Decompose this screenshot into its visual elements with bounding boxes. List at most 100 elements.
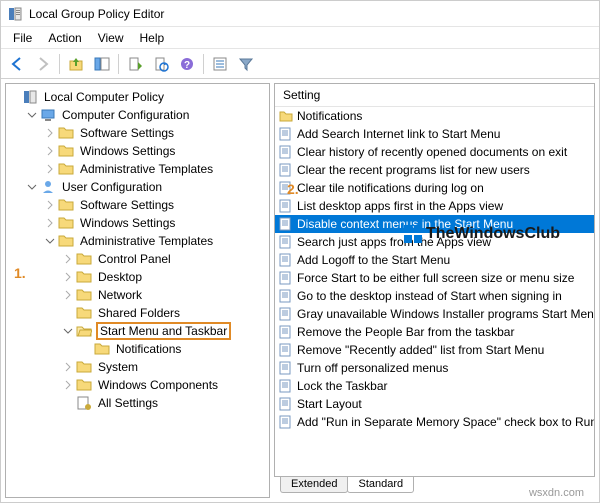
list-item[interactable]: Notifications — [275, 107, 594, 125]
policy-setting-icon — [279, 253, 293, 267]
list-item-label: Start Layout — [297, 397, 362, 411]
folder-icon — [58, 143, 74, 159]
list-item-label: Lock the Taskbar — [297, 379, 388, 393]
policy-setting-icon — [279, 127, 293, 141]
tree-item[interactable]: Windows Settings — [42, 214, 269, 232]
list-item[interactable]: Gray unavailable Windows Installer progr… — [275, 305, 594, 323]
tree-item[interactable]: Network — [60, 286, 269, 304]
collapsed-arrow-icon[interactable] — [62, 379, 74, 391]
folder-icon — [76, 377, 92, 393]
tree-item[interactable]: Desktop — [60, 268, 269, 286]
tree-admin-templates[interactable]: Administrative Templates — [42, 232, 269, 250]
collapsed-arrow-icon[interactable] — [62, 253, 74, 265]
tree-user-config[interactable]: User Configuration — [24, 178, 269, 196]
list-item-label: Add "Run in Separate Memory Space" check… — [297, 415, 595, 429]
show-hide-tree-button[interactable] — [90, 52, 114, 76]
tree-item[interactable]: Administrative Templates — [42, 160, 269, 178]
list-item[interactable]: Force Start to be either full screen siz… — [275, 269, 594, 287]
tree-item[interactable]: Shared Folders — [60, 304, 269, 322]
refresh-button[interactable] — [149, 52, 173, 76]
help-button[interactable]: ? — [175, 52, 199, 76]
tree-item[interactable]: Control Panel — [60, 250, 269, 268]
list-item[interactable]: Go to the desktop instead of Start when … — [275, 287, 594, 305]
console-tree[interactable]: Local Computer Policy Computer Configura… — [5, 83, 270, 498]
collapse-icon[interactable] — [8, 91, 20, 103]
toolbar: ? — [1, 49, 599, 79]
tree-item[interactable]: All Settings — [60, 394, 269, 412]
list-item[interactable]: Turn off personalized menus — [275, 359, 594, 377]
list-item[interactable]: Clear history of recently opened documen… — [275, 143, 594, 161]
list-item[interactable]: Start Layout — [275, 395, 594, 413]
tree-root[interactable]: Local Computer Policy — [6, 88, 269, 106]
toolbar-separator — [118, 54, 119, 74]
column-header-setting[interactable]: Setting — [275, 84, 594, 107]
expanded-arrow-icon[interactable] — [26, 109, 38, 121]
collapsed-arrow-icon[interactable] — [44, 145, 56, 157]
menu-action[interactable]: Action — [40, 29, 89, 47]
export-button[interactable] — [123, 52, 147, 76]
tree-item[interactable]: Notifications — [78, 340, 269, 358]
forward-button[interactable] — [31, 52, 55, 76]
list-item-label: Turn off personalized menus — [297, 361, 448, 375]
tree-item[interactable]: Windows Components — [60, 376, 269, 394]
list-item[interactable]: List desktop apps first in the Apps view — [275, 197, 594, 215]
list-item[interactable]: Add Search Internet link to Start Menu — [275, 125, 594, 143]
list-item-label: Add Logoff to the Start Menu — [297, 253, 450, 267]
tree-start-menu-taskbar[interactable]: Start Menu and Taskbar — [60, 322, 269, 340]
policy-setting-icon — [279, 271, 293, 285]
menu-bar: File Action View Help — [1, 27, 599, 49]
collapsed-arrow-icon[interactable] — [44, 217, 56, 229]
folder-icon — [76, 269, 92, 285]
tree-item[interactable]: Software Settings — [42, 124, 269, 142]
filter-options-button[interactable] — [208, 52, 232, 76]
list-item[interactable]: Lock the Taskbar — [275, 377, 594, 395]
tree-item[interactable]: System — [60, 358, 269, 376]
policy-setting-icon — [279, 325, 293, 339]
collapsed-arrow-icon[interactable] — [44, 127, 56, 139]
menu-view[interactable]: View — [90, 29, 132, 47]
menu-help[interactable]: Help — [132, 29, 173, 47]
tree-item[interactable]: Software Settings — [42, 196, 269, 214]
folder-icon — [76, 251, 92, 267]
expanded-arrow-icon[interactable] — [44, 235, 56, 247]
list-item[interactable]: Search just apps from the Apps view — [275, 233, 594, 251]
tab-extended[interactable]: Extended — [280, 476, 348, 493]
tab-standard[interactable]: Standard — [347, 476, 414, 493]
collapsed-arrow-icon[interactable] — [62, 289, 74, 301]
tree-item[interactable]: Windows Settings — [42, 142, 269, 160]
list-item[interactable]: Clear the recent programs list for new u… — [275, 161, 594, 179]
policy-setting-icon — [279, 217, 293, 231]
list-item[interactable]: Add Logoff to the Start Menu — [275, 251, 594, 269]
menu-file[interactable]: File — [5, 29, 40, 47]
policy-setting-icon — [279, 397, 293, 411]
list-item-label: Clear the recent programs list for new u… — [297, 163, 530, 177]
tree-computer-config[interactable]: Computer Configuration — [24, 106, 269, 124]
expanded-arrow-icon[interactable] — [26, 181, 38, 193]
up-button[interactable] — [64, 52, 88, 76]
window-title: Local Group Policy Editor — [29, 7, 164, 21]
list-item[interactable]: Add "Run in Separate Memory Space" check… — [275, 413, 594, 431]
back-button[interactable] — [5, 52, 29, 76]
collapsed-arrow-icon[interactable] — [62, 271, 74, 283]
expanded-arrow-icon[interactable] — [62, 325, 74, 337]
policy-setting-icon — [279, 379, 293, 393]
list-item-label: Clear tile notifications during log on — [297, 181, 484, 195]
computer-icon — [40, 107, 56, 123]
filter-button[interactable] — [234, 52, 258, 76]
policy-setting-icon — [279, 307, 293, 321]
settings-list[interactable]: Setting NotificationsAdd Search Internet… — [274, 83, 595, 477]
list-item-label: Disable context menus in the Start Menu — [297, 217, 513, 231]
list-item[interactable]: Remove "Recently added" list from Start … — [275, 341, 594, 359]
list-item-label: Force Start to be either full screen siz… — [297, 271, 574, 285]
list-item[interactable]: Clear tile notifications during log on — [275, 179, 594, 197]
folder-icon — [76, 287, 92, 303]
collapsed-arrow-icon[interactable] — [44, 163, 56, 175]
list-item[interactable]: Remove the People Bar from the taskbar — [275, 323, 594, 341]
collapsed-arrow-icon[interactable] — [62, 361, 74, 373]
folder-icon — [58, 197, 74, 213]
folder-icon — [94, 341, 110, 357]
list-item-label: Search just apps from the Apps view — [297, 235, 491, 249]
list-item[interactable]: Disable context menus in the Start Menu — [275, 215, 594, 233]
collapsed-arrow-icon[interactable] — [44, 199, 56, 211]
folder-icon — [58, 233, 74, 249]
